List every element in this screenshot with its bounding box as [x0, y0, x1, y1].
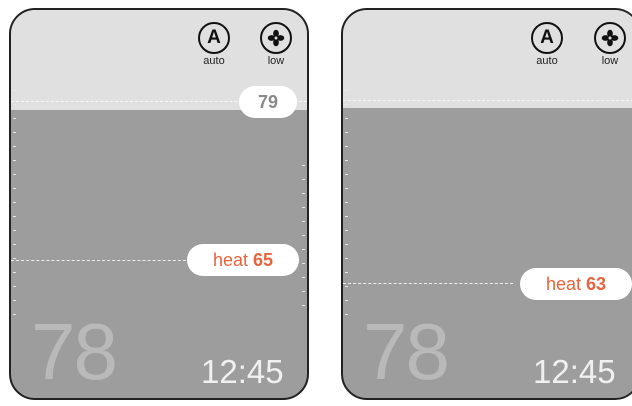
scale-tick — [13, 244, 16, 245]
scale-tick — [345, 160, 348, 161]
scale-tick — [302, 193, 305, 194]
fan-label: low — [267, 55, 285, 67]
scale-tick — [345, 90, 348, 91]
current-temperature: 78 — [363, 307, 450, 396]
scale-tick — [302, 179, 305, 180]
right-scale-ticks — [301, 165, 305, 315]
heat-label: heat — [212, 249, 248, 270]
cool-zone — [343, 10, 632, 108]
auto-mode-icon: A — [198, 22, 230, 54]
auto-mode-icon: A — [531, 22, 563, 54]
scale-tick — [13, 160, 16, 161]
scale-tick — [13, 272, 16, 273]
scale-tick — [13, 300, 16, 301]
scale-tick — [13, 258, 16, 259]
cool-setpoint-pill[interactable]: 79 — [239, 86, 297, 118]
scale-tick — [345, 188, 348, 189]
scale-tick — [13, 174, 16, 175]
scale-tick — [302, 277, 305, 278]
scale-tick — [345, 146, 348, 147]
cool-setpoint-value: 79 — [257, 91, 279, 112]
scale-tick — [302, 263, 305, 264]
scale-tick — [345, 216, 348, 217]
scale-tick — [345, 258, 348, 259]
stage: A auto low 79 heat 65 78 12:45 A auto lo… — [0, 0, 632, 406]
mode-control[interactable]: A auto — [527, 22, 567, 67]
scale-tick — [345, 118, 348, 119]
scale-tick — [13, 230, 16, 231]
scale-tick — [13, 146, 16, 147]
heat-setpoint-value: 65 — [253, 249, 274, 270]
fan-icon — [594, 22, 626, 54]
heat-setpoint-line — [343, 283, 513, 284]
mode-label: auto — [203, 55, 225, 67]
fan-control[interactable]: low — [256, 22, 296, 67]
scale-tick — [302, 165, 305, 166]
fan-control[interactable]: low — [590, 22, 630, 67]
scale-tick — [13, 118, 16, 119]
left-scale-ticks — [345, 90, 349, 330]
current-temperature: 78 — [31, 307, 118, 396]
scale-tick — [13, 314, 16, 315]
scale-tick — [345, 244, 348, 245]
clock-time: 12:45 — [533, 353, 616, 390]
heat-setpoint-pill[interactable]: heat 65 — [187, 244, 299, 276]
mode-control[interactable]: A auto — [194, 22, 234, 67]
heat-setpoint-line — [11, 260, 191, 261]
scale-tick — [13, 104, 16, 105]
scale-tick — [345, 104, 348, 105]
heat-label: heat — [545, 273, 581, 294]
mode-label: auto — [536, 55, 558, 67]
left-scale-ticks — [13, 90, 17, 330]
scale-tick — [345, 272, 348, 273]
scale-tick — [345, 174, 348, 175]
scale-tick — [345, 132, 348, 133]
scale-tick — [13, 202, 16, 203]
scale-tick — [345, 202, 348, 203]
scale-tick — [13, 286, 16, 287]
heat-setpoint-value: 63 — [586, 273, 607, 294]
scale-tick — [13, 90, 16, 91]
scale-tick — [13, 132, 16, 133]
thermostat-screen-1: A auto low 79 heat 65 78 12:45 — [9, 8, 309, 400]
scale-tick — [345, 230, 348, 231]
fan-icon — [260, 22, 292, 54]
scale-tick — [302, 235, 305, 236]
scale-tick — [345, 286, 348, 287]
scale-tick — [302, 291, 305, 292]
scale-tick — [302, 305, 305, 306]
scale-tick — [302, 207, 305, 208]
scale-tick — [345, 300, 348, 301]
thermostat-screen-2: A auto low heat 63 78 12:45 — [341, 8, 632, 400]
cool-setpoint-line — [343, 100, 632, 101]
scale-tick — [345, 314, 348, 315]
scale-tick — [13, 188, 16, 189]
clock-time: 12:45 — [201, 353, 284, 390]
scale-tick — [302, 221, 305, 222]
scale-tick — [13, 216, 16, 217]
fan-label: low — [601, 55, 619, 67]
scale-tick — [302, 249, 305, 250]
heat-setpoint-pill[interactable]: heat 63 — [520, 268, 632, 300]
